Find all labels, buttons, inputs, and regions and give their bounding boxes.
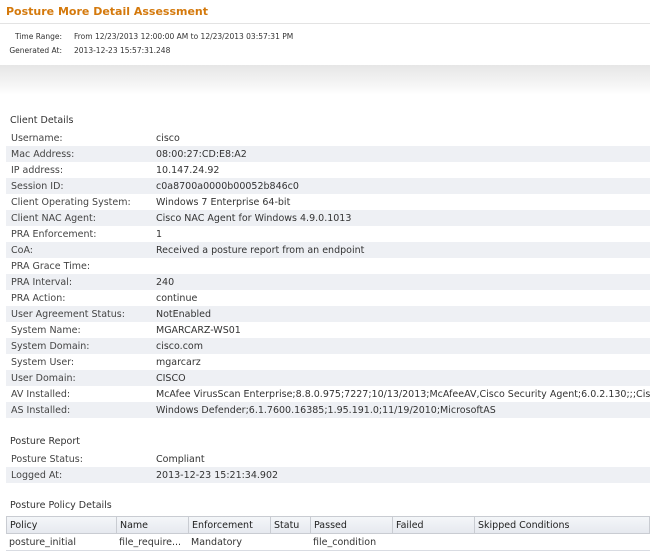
table-row[interactable]: posture_initial file_require... Mandator… [6, 534, 650, 551]
detail-value: 08:00:27:CD:E8:A2 [156, 149, 247, 160]
column-header-status[interactable]: Statu [271, 517, 311, 533]
detail-row: Mac Address: 08:00:27:CD:E8:A2 [6, 146, 650, 162]
detail-value: MGARCARZ-WS01 [156, 325, 241, 336]
detail-value: McAfee VirusScan Enterprise;8.8.0.975;72… [156, 389, 650, 400]
detail-label: System Domain: [11, 341, 90, 352]
detail-label: Posture Status: [11, 454, 83, 465]
detail-label: Client NAC Agent: [11, 213, 96, 224]
detail-value: Windows 7 Enterprise 64-bit [156, 197, 291, 208]
detail-label: PRA Interval: [11, 277, 73, 288]
cell-name: file_require... [119, 537, 182, 548]
page-title: Posture More Detail Assessment [6, 5, 209, 18]
cell-status [270, 534, 310, 550]
detail-label: Client Operating System: [11, 197, 131, 208]
detail-row: IP address: 10.147.24.92 [6, 162, 650, 178]
column-header-passed[interactable]: Passed [311, 517, 393, 533]
detail-row: PRA Interval: 240 [6, 274, 650, 290]
detail-row: Session ID: c0a8700a0000b00052b846c0 [6, 178, 650, 194]
time-range-value: From 12/23/2013 12:00:00 AM to 12/23/201… [74, 32, 294, 41]
column-header-enforcement[interactable]: Enforcement [189, 517, 271, 533]
detail-label: PRA Enforcement: [11, 229, 97, 240]
generated-at-label: Generated At: [9, 46, 62, 55]
detail-row: System Name: MGARCARZ-WS01 [6, 322, 650, 338]
cell-failed [392, 534, 474, 550]
detail-row: AV Installed: McAfee VirusScan Enterprise… [6, 386, 650, 402]
detail-value: Compliant [156, 454, 205, 465]
detail-value: mgarcarz [156, 357, 201, 368]
title-bar: Posture More Detail Assessment [0, 0, 650, 24]
header-band [0, 65, 650, 95]
detail-row: AS Installed: Windows Defender;6.1.7600.1… [6, 402, 650, 418]
detail-label: AV Installed: [11, 389, 71, 400]
detail-label: User Domain: [11, 373, 76, 384]
detail-row: PRA Grace Time: [6, 258, 650, 274]
detail-row: PRA Enforcement: 1 [6, 226, 650, 242]
detail-label: IP address: [11, 165, 64, 176]
detail-label: CoA: [11, 245, 33, 256]
detail-label: Logged At: [11, 470, 63, 481]
detail-label: AS Installed: [11, 405, 71, 416]
client-details-heading: Client Details [10, 115, 74, 126]
detail-row: Username: cisco [6, 130, 650, 146]
cell-passed: file_condition [313, 537, 377, 548]
detail-row: System User: mgarcarz [6, 354, 650, 370]
detail-row: Client Operating System: Windows 7 Enterp… [6, 194, 650, 210]
detail-value: cisco.com [156, 341, 203, 352]
detail-row: CoA: Received a posture report from an en… [6, 242, 650, 258]
column-header-name[interactable]: Name [117, 517, 189, 533]
column-header-policy[interactable]: Policy [7, 517, 117, 533]
detail-label: PRA Grace Time: [11, 261, 91, 272]
policy-details-heading: Posture Policy Details [10, 500, 112, 511]
detail-label: Session ID: [11, 181, 64, 192]
detail-label: Mac Address: [11, 149, 75, 160]
detail-row: User Agreement Status: NotEnabled [6, 306, 650, 322]
posture-report-heading: Posture Report [10, 436, 80, 447]
detail-value: 10.147.24.92 [156, 165, 220, 176]
detail-row: User Domain: CISCO [6, 370, 650, 386]
detail-row: System Domain: cisco.com [6, 338, 650, 354]
detail-value: cisco [156, 133, 180, 144]
detail-value: c0a8700a0000b00052b846c0 [156, 181, 299, 192]
detail-value: 2013-12-23 15:21:34.902 [156, 470, 279, 481]
detail-label: System User: [11, 357, 75, 368]
detail-value: CISCO [156, 373, 186, 384]
detail-row: Logged At: 2013-12-23 15:21:34.902 [6, 467, 650, 483]
detail-label: PRA Action: [11, 293, 66, 304]
detail-label: Username: [11, 133, 63, 144]
column-header-failed[interactable]: Failed [393, 517, 475, 533]
detail-value: Received a posture report from an endpoi… [156, 245, 365, 256]
detail-row: Posture Status: Compliant [6, 451, 650, 467]
detail-value: NotEnabled [156, 309, 212, 320]
detail-label: System Name: [11, 325, 81, 336]
generated-at-value: 2013-12-23 15:57:31.248 [74, 46, 171, 55]
detail-row: Client NAC Agent: Cisco NAC Agent for Win… [6, 210, 650, 226]
detail-value: 240 [156, 277, 175, 288]
detail-value: continue [156, 293, 198, 304]
policy-table-header: Policy Name Enforcement Statu Passed Fai… [6, 516, 650, 534]
detail-value: Cisco NAC Agent for Windows 4.9.0.1013 [156, 213, 352, 224]
detail-value: Windows Defender;6.1.7600.16385;1.95.191… [156, 405, 496, 416]
detail-value: 1 [156, 229, 163, 240]
cell-enforcement: Mandatory [191, 537, 242, 548]
cell-skipped-conditions [474, 534, 650, 550]
column-header-skipped-conditions[interactable]: Skipped Conditions [475, 517, 650, 533]
cell-policy: posture_initial [9, 537, 76, 548]
detail-label: User Agreement Status: [11, 309, 125, 320]
time-range-label: Time Range: [14, 32, 62, 41]
detail-row: PRA Action: continue [6, 290, 650, 306]
